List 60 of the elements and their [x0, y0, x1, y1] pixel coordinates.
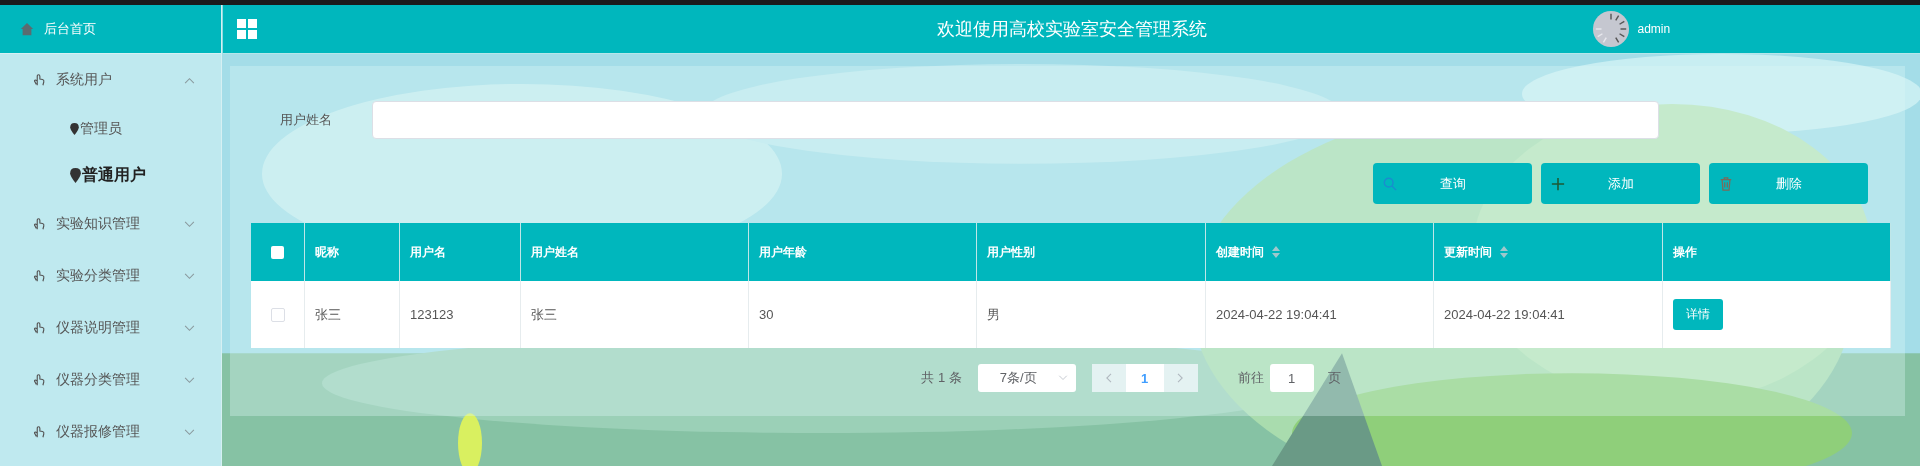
sort-icon[interactable] — [1500, 246, 1508, 258]
chevron-icon — [184, 324, 195, 332]
sort-icon[interactable] — [1272, 246, 1280, 258]
column-header: 用户名 — [410, 243, 446, 261]
previous-page-button[interactable] — [1091, 364, 1126, 392]
chevron-icon — [184, 76, 195, 84]
column-header: 更新时间 — [1444, 243, 1492, 261]
table-cell: 123123 — [410, 307, 454, 322]
field-label: 用户姓名 — [280, 111, 333, 129]
table-cell: 男 — [987, 305, 1000, 324]
avatar-icon[interactable] — [1591, 10, 1630, 48]
hand-icon — [32, 425, 46, 439]
page-unit: 页 — [1327, 369, 1341, 387]
table-cell: 2024-04-22 19:04:41 — [1216, 307, 1337, 322]
trash-icon — [1719, 175, 1733, 192]
home-icon — [20, 22, 34, 36]
menu-item[interactable]: 仪器说明管理 — [0, 302, 221, 354]
table-cell: 张三 — [531, 305, 557, 324]
menu-item[interactable]: 仪器分类管理 — [0, 354, 221, 406]
column-header: 操作 — [1673, 243, 1697, 261]
search-icon — [1383, 176, 1397, 191]
column-header: 用户姓名 — [531, 243, 579, 261]
submenu-item[interactable]: 管理员 — [0, 106, 221, 152]
chevron-left-icon — [1105, 373, 1113, 383]
goto-label: 前往 — [1237, 369, 1264, 387]
checkbox[interactable] — [270, 307, 285, 322]
page-size-select[interactable]: 7条/页 — [977, 364, 1076, 392]
table-cell: 2024-04-22 19:04:41 — [1444, 307, 1565, 322]
page-input[interactable]: 1 — [1269, 364, 1314, 392]
chevron-icon — [184, 272, 195, 280]
column-header: 用户年龄 — [759, 243, 807, 261]
total-count: 共 1 条 — [921, 369, 962, 387]
chevron-icon — [184, 428, 195, 436]
page-title: 欢迎使用高校实验室安全管理系统 — [936, 18, 1207, 41]
checkbox[interactable] — [271, 245, 284, 259]
hand-icon — [32, 321, 46, 335]
menu-item[interactable]: 仪器报修管理 — [0, 406, 221, 458]
pin-icon — [70, 123, 79, 135]
hand-icon — [32, 373, 46, 387]
plus-icon — [1551, 176, 1565, 191]
menu-item[interactable]: 系统用户 — [0, 54, 221, 106]
hand-icon — [32, 73, 46, 87]
hand-icon — [32, 269, 46, 283]
column-header: 昵称 — [315, 243, 339, 261]
chevron-icon — [1057, 375, 1068, 381]
menu-item[interactable]: 实验知识管理 — [0, 198, 221, 250]
column-header: 用户性别 — [987, 243, 1035, 261]
menu-item[interactable]: 实验分类管理 — [0, 250, 221, 302]
next-page-button[interactable] — [1163, 364, 1198, 392]
hand-icon — [32, 217, 46, 231]
column-header: 创建时间 — [1216, 243, 1264, 261]
input-field[interactable] — [372, 101, 1659, 139]
grid-icon[interactable] — [237, 19, 257, 39]
table-cell: 30 — [759, 307, 774, 322]
chevron-right-icon — [1177, 373, 1185, 383]
chevron-icon — [184, 376, 195, 384]
chevron-icon — [184, 220, 195, 228]
pin-icon — [70, 167, 81, 183]
submenu-item[interactable]: 普通用户 — [0, 152, 221, 198]
table-cell: 张三 — [315, 305, 341, 324]
